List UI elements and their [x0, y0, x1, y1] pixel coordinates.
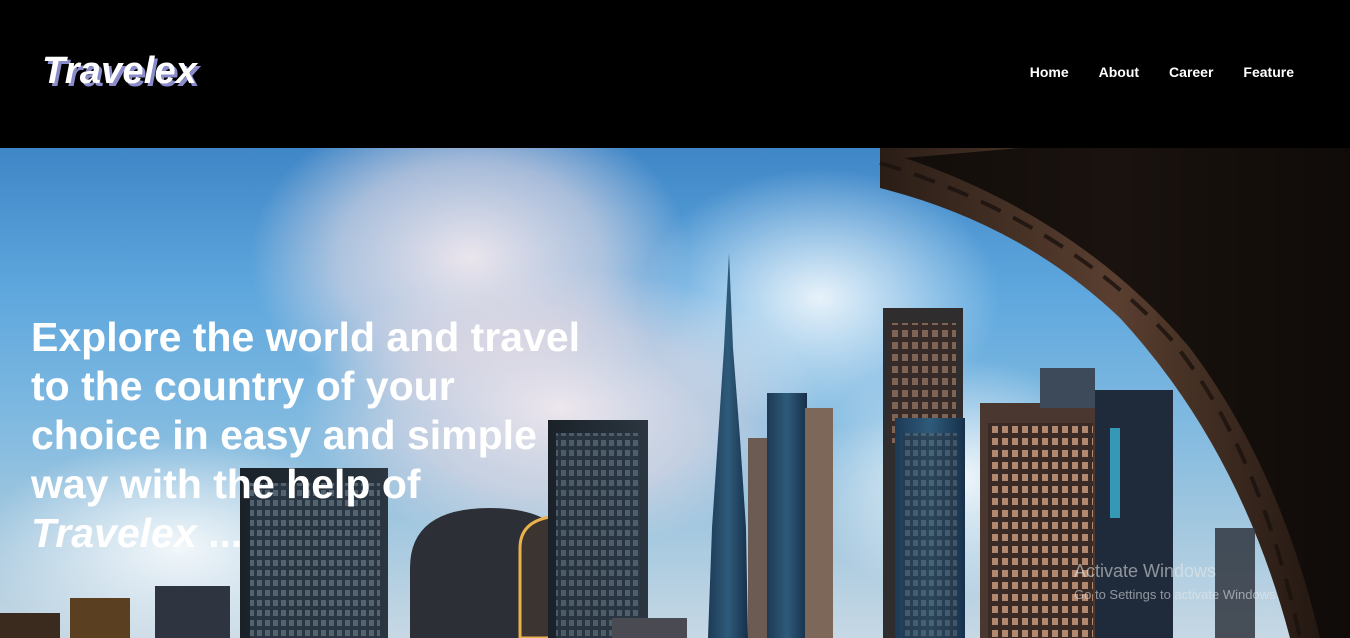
hero-brand: Travelex [31, 510, 197, 556]
site-header: Travelex Home About Career Feature [0, 0, 1350, 148]
nav-home-link[interactable]: Home [1030, 64, 1069, 80]
watermark-subtitle: Go to Settings to activate Windows. [1074, 587, 1280, 602]
hero-line-4: way with the help of [31, 461, 421, 507]
nav-feature-link[interactable]: Feature [1243, 64, 1294, 80]
hero-suffix: ... [196, 510, 243, 556]
hero-line-3: choice in easy and simple [31, 412, 537, 458]
nav-about-link[interactable]: About [1099, 64, 1139, 80]
nav-career-link[interactable]: Career [1169, 64, 1213, 80]
activate-windows-watermark: Activate Windows Go to Settings to activ… [1074, 560, 1279, 606]
hero-line-2: to the country of your [31, 363, 455, 409]
hero-line-1: Explore the world and travel [31, 314, 581, 360]
site-logo[interactable]: Travelex [42, 50, 197, 93]
hero-headline: Explore the world and travel to the coun… [31, 313, 651, 558]
watermark-title: Activate Windows [1074, 561, 1217, 581]
main-nav: Home About Career Feature [1030, 64, 1294, 80]
hero-section: Explore the world and travel to the coun… [0, 148, 1350, 638]
page: Travelex Home About Career Feature Explo… [0, 0, 1350, 638]
